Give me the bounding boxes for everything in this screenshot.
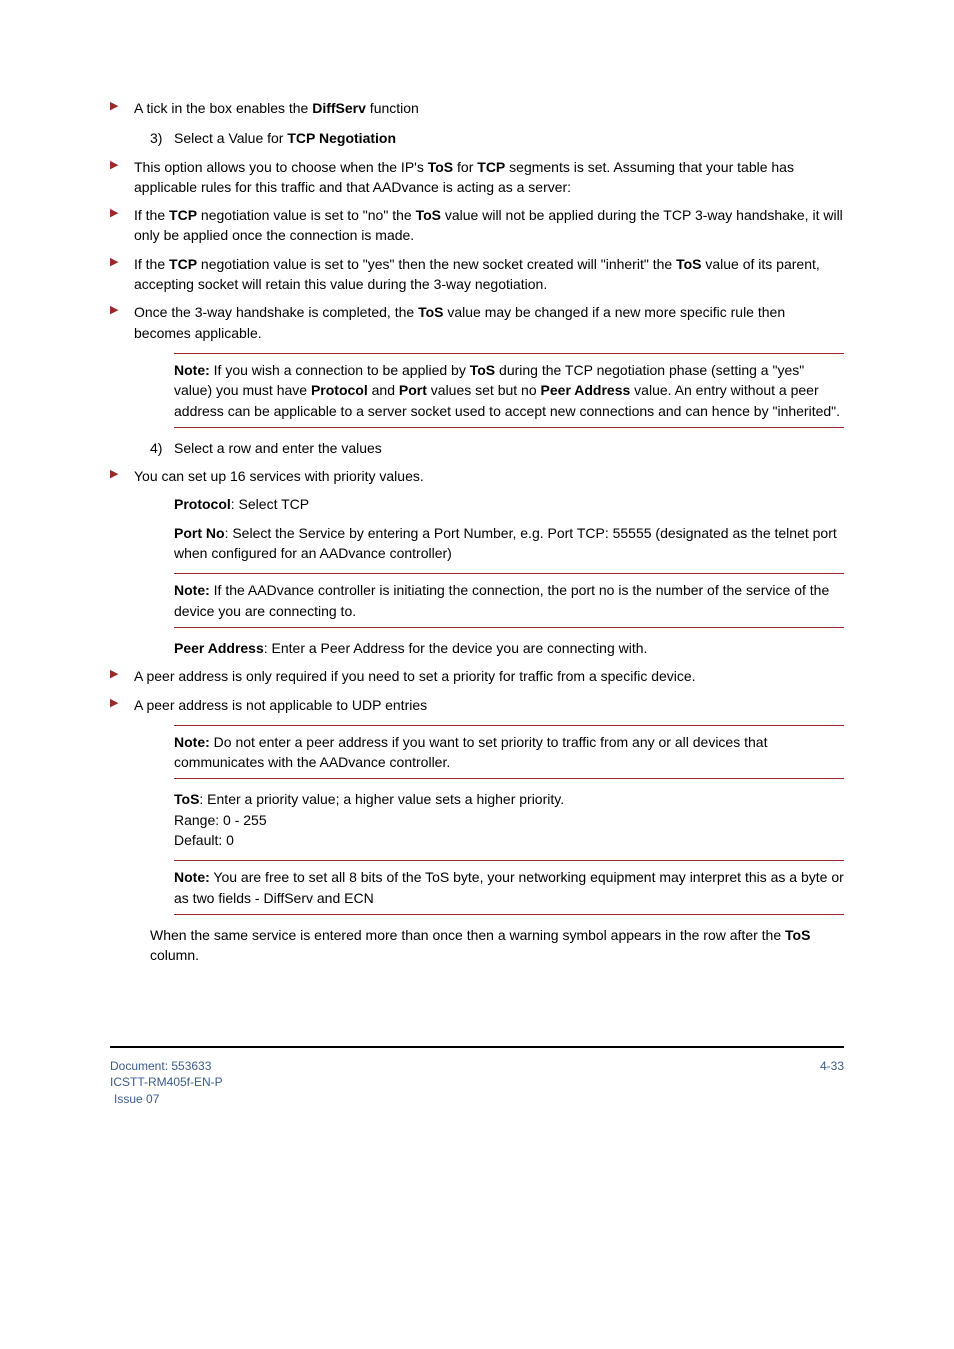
text: If you wish a connection to be applied b… (210, 362, 470, 378)
text: Select a Value for (174, 130, 287, 146)
text: If the AADvance controller is initiating… (174, 582, 829, 618)
doc-ref: ICSTT-RM405f-EN-P (110, 1074, 223, 1091)
step3-bullet-1: ▶ This option allows you to choose when … (110, 157, 844, 198)
bold-text: Port No (174, 525, 225, 541)
arrow-icon: ▶ (110, 302, 134, 343)
footer-left: Document: 553633 ICSTT-RM405f-EN-P Issue… (110, 1058, 223, 1108)
portno-line: Port No: Select the Service by entering … (174, 523, 844, 564)
bullet-text: Once the 3-way handshake is completed, t… (134, 302, 844, 343)
peer-bullet-1: ▶ A peer address is only required if you… (110, 666, 844, 686)
bold-text: Protocol (311, 382, 368, 398)
text: You are free to set all 8 bits of the To… (174, 869, 844, 905)
bullet-text: A peer address is only required if you n… (134, 666, 844, 686)
tos-line: ToS: Enter a priority value; a higher va… (174, 789, 844, 850)
bold-text: Protocol (174, 496, 231, 512)
tos-default: Default: 0 (174, 832, 234, 848)
text: values set but no (427, 382, 541, 398)
step3-bullet-2: ▶ If the TCP negotiation value is set to… (110, 205, 844, 246)
bold-text: ToS (416, 207, 441, 223)
note-bold: Note: (174, 582, 210, 598)
note-box-4: Note: You are free to set all 8 bits of … (174, 860, 844, 915)
arrow-icon: ▶ (110, 666, 134, 686)
bold-text: TCP (477, 159, 505, 175)
arrow-icon: ▶ (110, 157, 134, 198)
note-text: Note: Do not enter a peer address if you… (174, 732, 844, 773)
bold-text: ToS (470, 362, 495, 378)
peer-address-line: Peer Address: Enter a Peer Address for t… (174, 638, 844, 658)
text: Do not enter a peer address if you want … (174, 734, 767, 770)
page-footer: Document: 553633 ICSTT-RM405f-EN-P Issue… (110, 1058, 844, 1108)
text: : Select TCP (231, 496, 309, 512)
arrow-icon: ▶ (110, 254, 134, 295)
step-4: 4) Select a row and enter the values (150, 438, 844, 458)
protocol-line: Protocol: Select TCP (174, 494, 844, 514)
arrow-icon: ▶ (110, 205, 134, 246)
bullet-text: This option allows you to choose when th… (134, 157, 844, 198)
bold-text: TCP Negotiation (287, 130, 396, 146)
arrow-icon: ▶ (110, 466, 134, 486)
bullet-text: A tick in the box enables the DiffServ f… (134, 98, 844, 118)
text: negotiation value is set to "yes" then t… (197, 256, 676, 272)
bold-text: ToS (418, 304, 443, 320)
step-number: 3) (150, 128, 174, 148)
step-label: Select a row and enter the values (174, 438, 382, 458)
note-text: Note: If you wish a connection to be app… (174, 360, 844, 421)
doc-issue: Issue 07 (114, 1091, 223, 1108)
bold-text: ToS (676, 256, 701, 272)
bold-text: Port (399, 382, 427, 398)
bullet-text: A peer address is not applicable to UDP … (134, 695, 844, 715)
bold-text: DiffServ (312, 100, 366, 116)
bold-text: ToS (785, 927, 810, 943)
bullet-text: If the TCP negotiation value is set to "… (134, 205, 844, 246)
footer-divider (110, 1046, 844, 1048)
text: : Select the Service by entering a Port … (174, 525, 837, 561)
text: negotiation value is set to "no" the (197, 207, 416, 223)
text: : Enter a Peer Address for the device yo… (264, 640, 648, 656)
text: column. (150, 947, 199, 963)
bold-text: Peer Address (174, 640, 264, 656)
note-text: Note: If the AADvance controller is init… (174, 580, 844, 621)
note-box-1: Note: If you wish a connection to be app… (174, 353, 844, 428)
bold-text: TCP (169, 256, 197, 272)
page-number: 4-33 (820, 1058, 844, 1108)
note-text: Note: You are free to set all 8 bits of … (174, 867, 844, 908)
bold-text: Peer Address (541, 382, 631, 398)
step4-bullet-1: ▶ You can set up 16 services with priori… (110, 466, 844, 486)
note-bold: Note: (174, 869, 210, 885)
tos-range: Range: 0 - 255 (174, 812, 267, 828)
text: Once the 3-way handshake is completed, t… (134, 304, 418, 320)
bold-text: ToS (428, 159, 453, 175)
step3-bullet-4: ▶ Once the 3-way handshake is completed,… (110, 302, 844, 343)
text: : Enter a priority value; a higher value… (199, 791, 564, 807)
note-bold: Note: (174, 362, 210, 378)
bullet-text: You can set up 16 services with priority… (134, 466, 844, 486)
text: If the (134, 207, 169, 223)
text: and (368, 382, 399, 398)
bold-text: ToS (174, 791, 199, 807)
closing-paragraph: When the same service is entered more th… (150, 925, 844, 966)
document-body: ▶ A tick in the box enables the DiffServ… (110, 98, 844, 966)
bullet-diffserv: ▶ A tick in the box enables the DiffServ… (110, 98, 844, 118)
text: function (366, 100, 419, 116)
doc-number: Document: 553633 (110, 1058, 223, 1075)
arrow-icon: ▶ (110, 98, 134, 118)
note-box-2: Note: If the AADvance controller is init… (174, 573, 844, 628)
bold-text: TCP (169, 207, 197, 223)
note-box-3: Note: Do not enter a peer address if you… (174, 725, 844, 780)
step-3: 3) Select a Value for TCP Negotiation (150, 128, 844, 148)
text: If the (134, 256, 169, 272)
text: A tick in the box enables the (134, 100, 312, 116)
step-number: 4) (150, 438, 174, 458)
bullet-text: If the TCP negotiation value is set to "… (134, 254, 844, 295)
text: for (453, 159, 477, 175)
arrow-icon: ▶ (110, 695, 134, 715)
step-label: Select a Value for TCP Negotiation (174, 128, 396, 148)
note-bold: Note: (174, 734, 210, 750)
step3-bullet-3: ▶ If the TCP negotiation value is set to… (110, 254, 844, 295)
peer-bullet-2: ▶ A peer address is not applicable to UD… (110, 695, 844, 715)
text: This option allows you to choose when th… (134, 159, 428, 175)
text: When the same service is entered more th… (150, 927, 785, 943)
